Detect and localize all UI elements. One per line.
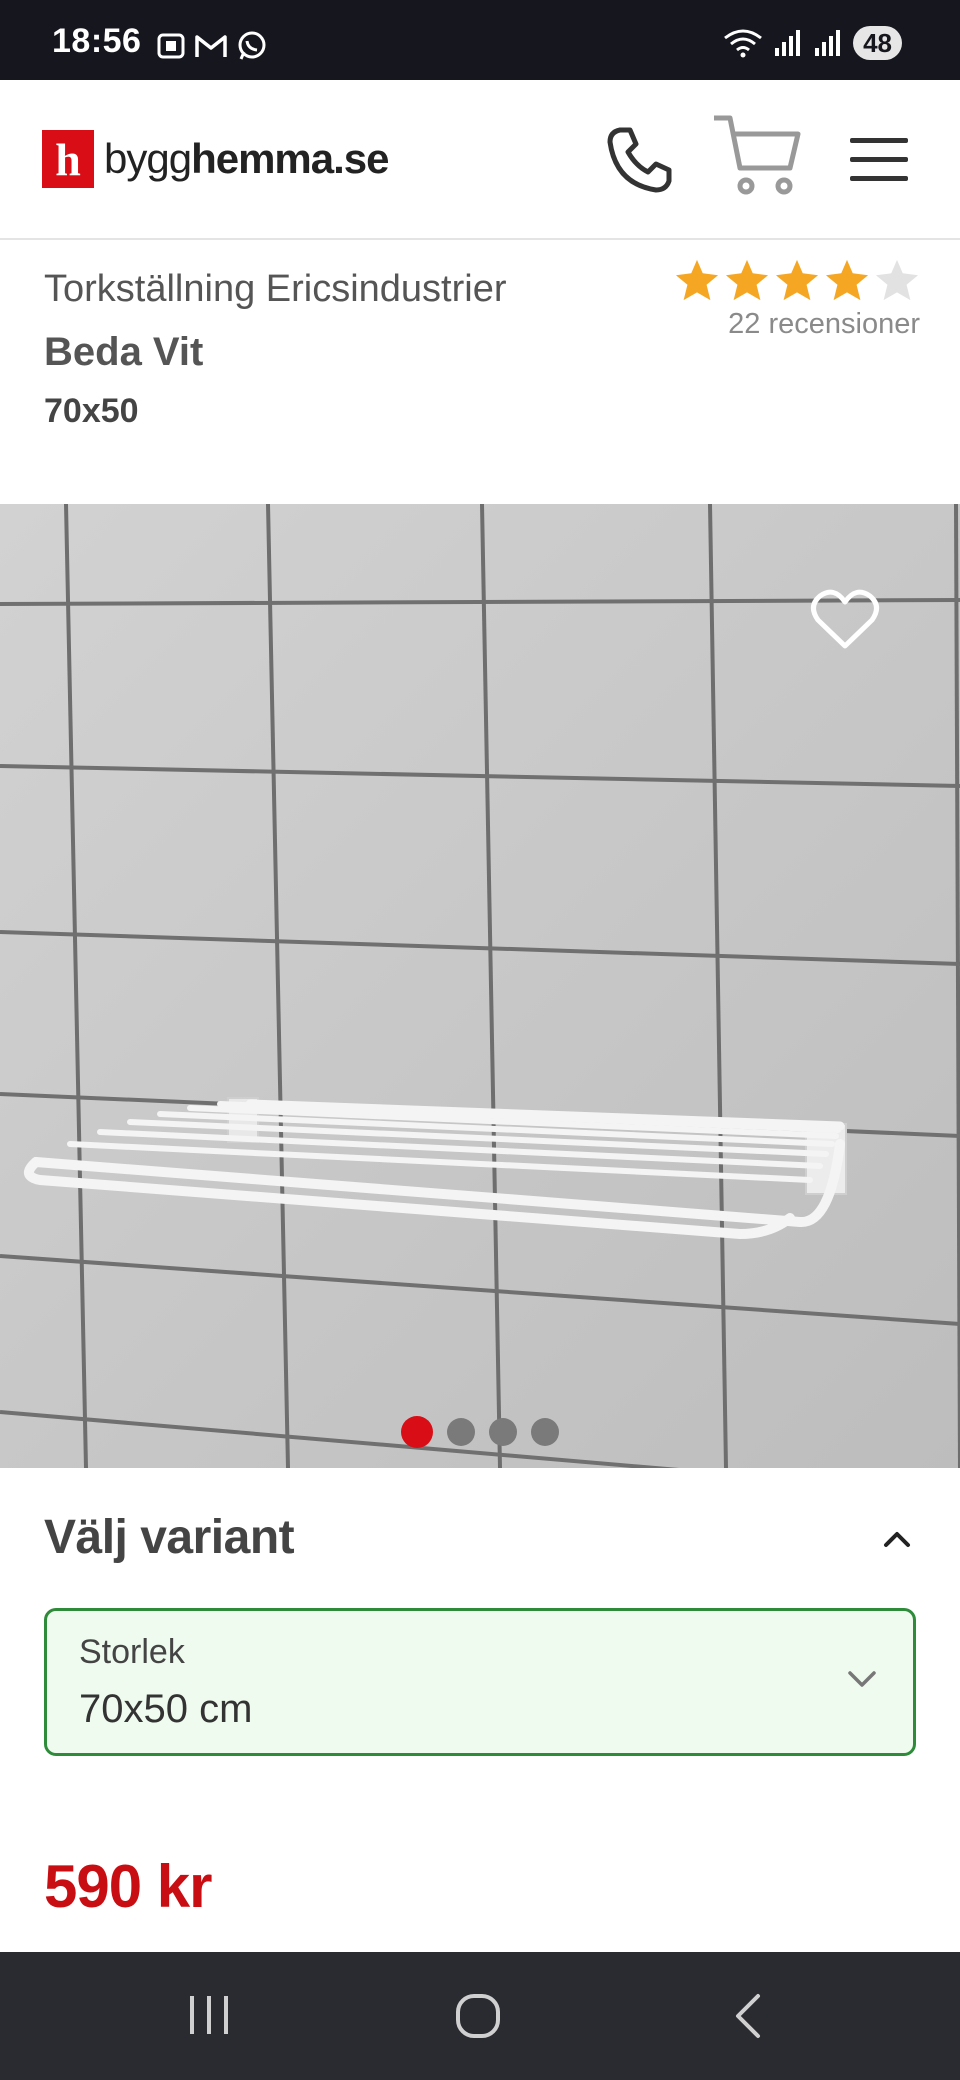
size-select[interactable]: Storlek 70x50 cm [44, 1608, 916, 1756]
carousel-dot[interactable] [447, 1418, 475, 1446]
variant-section-title[interactable]: Välj variant [44, 1510, 295, 1565]
image-carousel-dots [0, 1416, 960, 1448]
site-logo[interactable]: h bygghemma.se [42, 130, 390, 188]
site-header: h bygghemma.se [0, 80, 960, 240]
gmail-icon [195, 35, 227, 57]
notification-icons [156, 30, 268, 62]
phone-icon[interactable] [606, 126, 672, 194]
logo-text-bold: hemma [191, 135, 334, 182]
battery-indicator: 48 [853, 26, 902, 60]
back-icon[interactable] [730, 1992, 764, 2040]
star-empty-icon [875, 259, 919, 301]
carousel-dot-active[interactable] [401, 1416, 433, 1448]
home-icon[interactable] [454, 1992, 502, 2040]
logo-text-light: bygg [104, 135, 192, 182]
signal-icon [815, 30, 841, 56]
recent-apps-icon[interactable] [186, 1992, 232, 2038]
whatsapp-icon [238, 31, 266, 60]
product-price: 590 kr [44, 1853, 212, 1920]
chevron-down-icon [848, 1671, 876, 1687]
star-filled-icon [825, 259, 869, 301]
product-name: Beda Vit [44, 330, 204, 374]
star-filled-icon [775, 259, 819, 301]
carousel-dot[interactable] [531, 1418, 559, 1446]
signal-icon [775, 30, 801, 56]
carousel-dot[interactable] [489, 1418, 517, 1446]
logo-mark: h [42, 130, 94, 188]
status-right: 48 [723, 26, 902, 60]
cart-icon[interactable] [712, 112, 802, 198]
star-filled-icon [725, 259, 769, 301]
status-time: 18:56 [52, 22, 142, 60]
logo-text: bygghemma.se [104, 135, 390, 183]
logo-text-suffix: .se [333, 135, 389, 182]
rating-stars [674, 258, 920, 302]
favorite-heart-icon[interactable] [810, 588, 880, 650]
star-filled-icon [675, 259, 719, 301]
size-select-label: Storlek [79, 1633, 185, 1671]
product-brand-title: Torkställning Ericsindustrier [44, 268, 507, 310]
chevron-up-icon[interactable] [880, 1528, 914, 1550]
review-count[interactable]: 22 recensioner [674, 308, 920, 341]
screenshot-icon [157, 33, 185, 59]
product-rating[interactable]: 22 recensioner [674, 258, 920, 341]
menu-icon[interactable] [850, 136, 908, 184]
status-bar: 18:56 48 [0, 0, 960, 80]
android-nav-bar [0, 1952, 960, 2080]
product-size: 70x50 [44, 392, 139, 430]
size-select-value: 70x50 cm [79, 1687, 253, 1731]
wifi-icon [724, 29, 762, 58]
